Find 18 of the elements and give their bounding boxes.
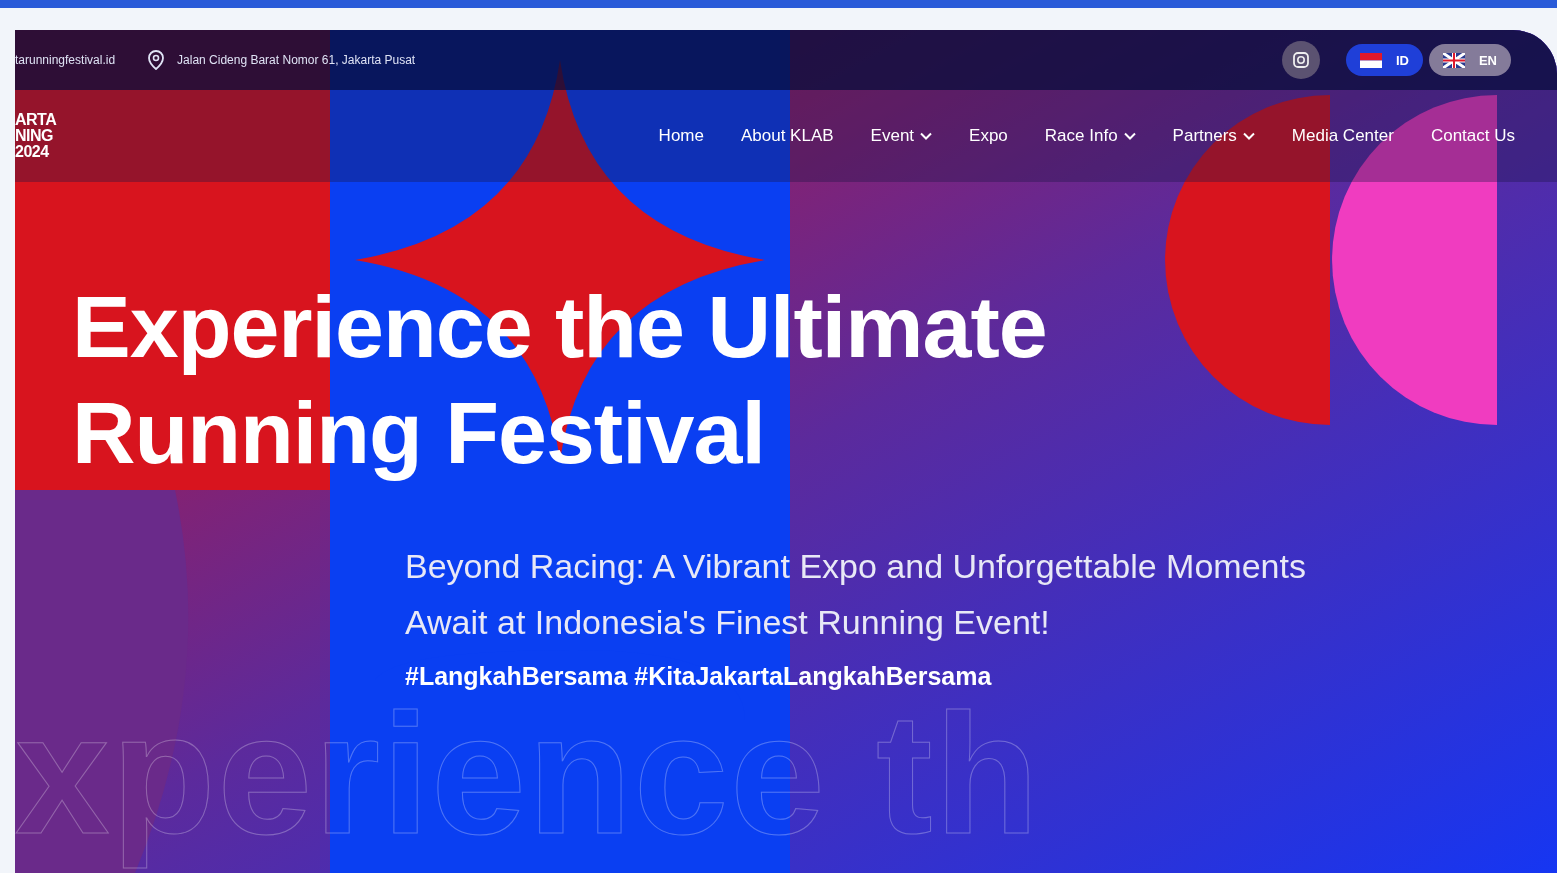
nav-link[interactable]: Home: [658, 126, 704, 146]
nav-link[interactable]: Partners: [1172, 126, 1255, 146]
nav-link[interactable]: Event: [870, 126, 933, 146]
instagram-icon[interactable]: [1281, 41, 1320, 79]
nav-link[interactable]: Race Info: [1044, 126, 1136, 146]
website-text: tarunningfestival.id: [15, 53, 116, 67]
address-text: Jalan Cideng Barat Nomor 61, Jakarta Pusat: [177, 53, 416, 67]
language-toggle[interactable]: ID: [1345, 44, 1423, 76]
nav-link[interactable]: Contact Us: [1430, 126, 1515, 146]
flag-icon: [1359, 52, 1382, 68]
nav-link[interactable]: About KLAB: [740, 126, 834, 146]
language-toggle[interactable]: EN: [1428, 44, 1511, 76]
hero-subtitle: Beyond Racing: A Vibrant Expo and Unforgettable Moments Await at Indonesia's Finest Running Event!: [405, 546, 1307, 643]
logo-text[interactable]: ARTA NING 2024: [15, 112, 57, 160]
location-pin-icon: [147, 50, 166, 70]
flag-icon: [1442, 52, 1465, 68]
nav-link[interactable]: Media Center: [1291, 126, 1394, 146]
nav-link[interactable]: Expo: [969, 126, 1008, 146]
